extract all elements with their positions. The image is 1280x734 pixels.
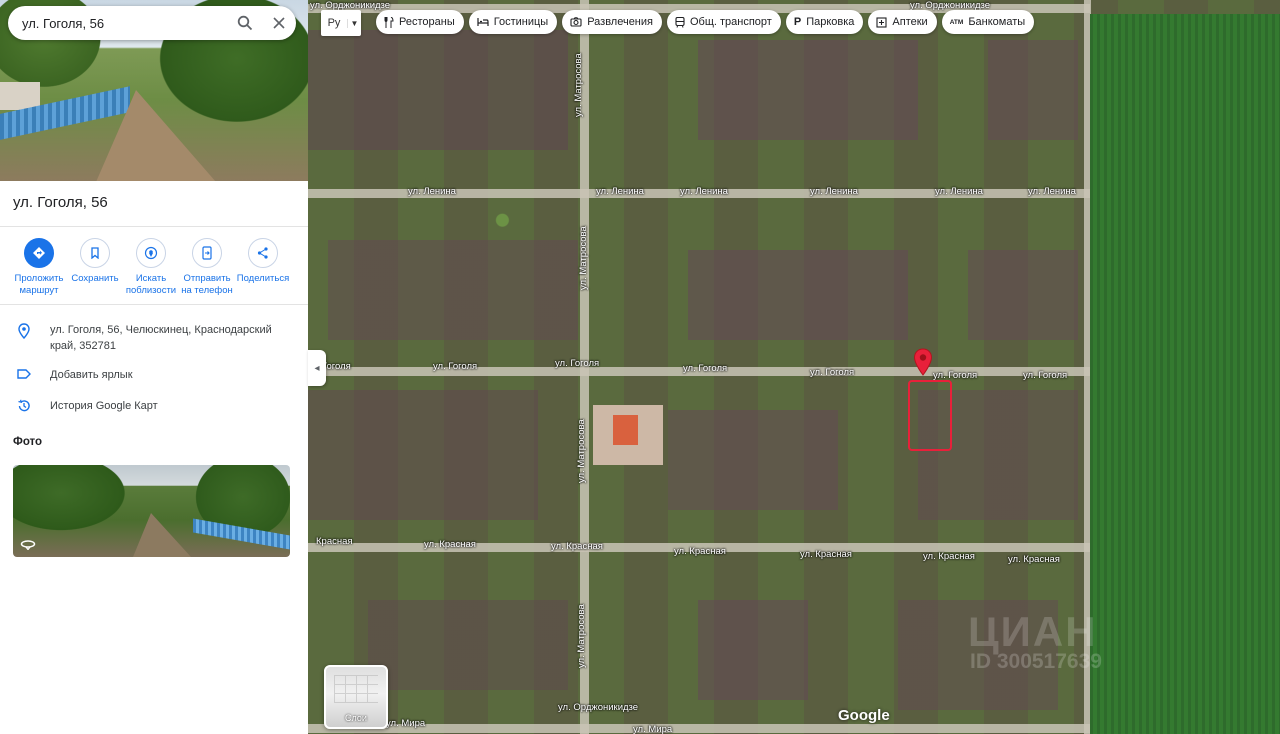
road-label: ул. Красная	[923, 551, 975, 562]
road-label: ул. Ленина	[810, 186, 858, 197]
nearby-button[interactable]: Искать поблизости	[123, 238, 179, 297]
chip-pharmacies[interactable]: Аптеки	[868, 10, 937, 34]
road-label: ул. Мира	[386, 718, 426, 729]
action-bar: Проложить маршрут Сохранить Искать побли…	[0, 238, 308, 297]
photo-thumbnail[interactable]	[13, 465, 290, 557]
chip-parking[interactable]: P Парковка	[785, 10, 864, 34]
watermark-logo: ЦИАН	[968, 608, 1098, 655]
address-row[interactable]: ул. Гоголя, 56, Челюскинец, Краснодарски…	[0, 322, 308, 354]
chevron-down-icon: ▼	[347, 18, 361, 28]
road-label: ул. Красная	[674, 546, 726, 557]
chip-hotels[interactable]: Гостиницы	[468, 10, 558, 34]
history-text: История Google Карт	[50, 400, 158, 412]
chip-transit[interactable]: Общ. транспорт	[666, 10, 781, 34]
road-label: ул. Мира	[633, 724, 673, 734]
road-label: ул. Гоголя	[683, 363, 728, 374]
panorama-icon	[20, 540, 36, 550]
camera-icon	[570, 17, 582, 27]
category-chip-bar: Ру ▼ Рестораны Гостиницы Развлечения Общ…	[321, 10, 1039, 36]
road-label: ул. Красная	[1008, 554, 1060, 565]
road-label: ул. Ленина	[680, 186, 728, 197]
road-mira	[308, 724, 1090, 733]
label-icon	[14, 367, 34, 380]
save-button[interactable]: Сохранить	[67, 238, 123, 297]
collapse-panel-button[interactable]: ◂	[308, 350, 326, 386]
road-label: Гоголя	[322, 361, 351, 372]
road-label: ул. Гоголя	[1023, 370, 1068, 381]
transit-icon	[675, 16, 685, 28]
directions-button[interactable]: Проложить маршрут	[11, 238, 67, 297]
chip-restaurants[interactable]: Рестораны	[376, 10, 464, 34]
bookmark-icon	[80, 238, 110, 268]
google-logo: Google	[838, 707, 890, 724]
road-label: ул. Гоголя	[810, 367, 855, 378]
road-label: ул. Ленина	[935, 186, 983, 197]
send-to-phone-button[interactable]: Отправить на телефон	[179, 238, 235, 297]
location-pin-icon[interactable]	[913, 348, 933, 381]
road-label: ул. Матросова	[576, 604, 587, 668]
share-icon	[248, 238, 278, 268]
history-row[interactable]: История Google Карт	[0, 398, 308, 414]
watermark-id: ID 300517639	[970, 650, 1102, 673]
road-label: ул. Матросова	[573, 53, 584, 117]
add-label-text: Добавить ярлык	[50, 369, 133, 381]
restaurant-icon	[384, 16, 394, 28]
chip-entertainment[interactable]: Развлечения	[562, 10, 662, 34]
road-label: ул. Матросова	[576, 419, 587, 483]
road-label: ул. Гоголя	[555, 358, 600, 369]
road-label: ул. Ленина	[1028, 186, 1076, 197]
location-pin-icon	[14, 322, 34, 339]
map-language-select[interactable]: Ру ▼	[321, 10, 361, 36]
chevron-left-icon: ◂	[314, 362, 320, 374]
road-label: ул. Ленина	[408, 186, 456, 197]
chip-atms[interactable]: ATM Банкоматы	[941, 10, 1035, 34]
layers-button[interactable]: Слои	[324, 665, 388, 729]
road-label: ул. Красная	[424, 539, 476, 550]
layers-label: Слои	[345, 713, 367, 723]
close-icon[interactable]	[262, 6, 296, 40]
divider	[0, 304, 308, 305]
divider	[0, 226, 308, 227]
photos-heading: Фото	[13, 436, 43, 448]
atm-icon: ATM	[949, 18, 964, 26]
road-label: Красная	[316, 536, 353, 547]
road-label: ул. Красная	[551, 541, 603, 552]
plot-highlight	[908, 380, 952, 451]
pharmacy-icon	[876, 16, 887, 28]
road-label: ул. Ленина	[596, 186, 644, 197]
road-label: ул. Красная	[800, 549, 852, 560]
satellite-map[interactable]: ул. Ленина ул. Ленина ул. Ленина ул. Лен…	[308, 0, 1280, 734]
search-icon[interactable]	[228, 6, 262, 40]
crop-field	[1090, 14, 1280, 734]
road-label: ул. Матросова	[578, 226, 589, 290]
road-label: ул. Гоголя	[433, 361, 478, 372]
hotel-icon	[477, 17, 489, 27]
place-title: ул. Гоголя, 56	[13, 194, 108, 211]
search-input[interactable]: ул. Гоголя, 56	[8, 16, 228, 31]
place-panel: ул. Гоголя, 56 ул. Гоголя, 56 Проложить …	[0, 0, 308, 734]
nearby-icon	[136, 238, 166, 268]
directions-icon	[24, 238, 54, 268]
send-to-phone-icon	[192, 238, 222, 268]
road-label: ул. Орджоникидзе	[558, 702, 639, 713]
history-icon	[14, 398, 34, 413]
add-label-row[interactable]: Добавить ярлык	[0, 367, 308, 383]
search-box[interactable]: ул. Гоголя, 56	[8, 6, 296, 40]
parking-icon: P	[793, 16, 802, 28]
share-button[interactable]: Поделиться	[235, 238, 291, 297]
address-text: ул. Гоголя, 56, Челюскинец, Краснодарски…	[50, 324, 272, 352]
